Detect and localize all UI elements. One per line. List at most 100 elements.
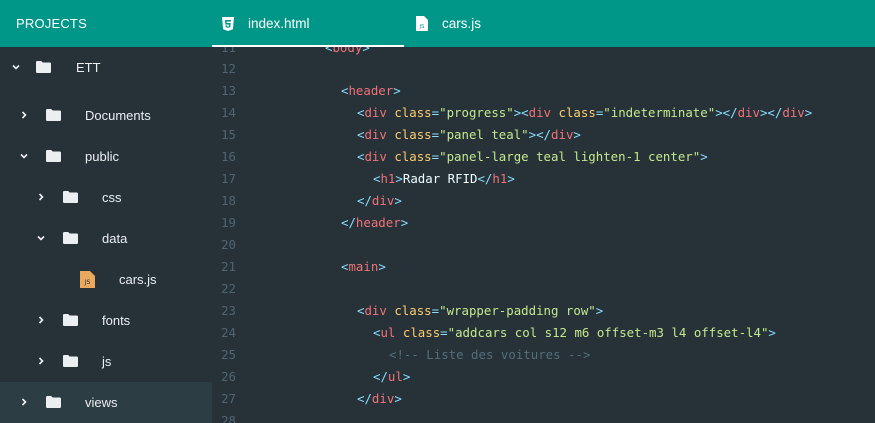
chevron-right-icon[interactable]: [19, 110, 29, 120]
code-line[interactable]: 17 <h1>Radar RFID</h1>: [212, 168, 875, 190]
code-text: <ul class="addcars col s12 m6 offset-m3 …: [373, 322, 776, 344]
tab-index-html[interactable]: index.html: [222, 0, 404, 47]
tree-label: ETT: [76, 60, 101, 75]
chevron-right-icon[interactable]: [36, 192, 46, 202]
code-editor[interactable]: 11 <body> 12 13 <header> 14 <div class="progre…: [212, 47, 875, 423]
code-token: class: [558, 105, 596, 120]
code-token: header: [348, 83, 394, 98]
code-token: class: [394, 127, 432, 142]
code-token: div: [371, 193, 395, 208]
tree-folder-public[interactable]: public: [0, 136, 212, 177]
code-token: div: [528, 105, 552, 120]
code-token: "progress": [439, 105, 514, 120]
code-line[interactable]: 15 <div class="panel teal"></div>: [212, 124, 875, 146]
code-line[interactable]: 25 <!-- Liste des voitures -->: [212, 344, 875, 366]
code-line[interactable]: 19 </header>: [212, 212, 875, 234]
code-line[interactable]: 20: [212, 234, 875, 256]
code-line[interactable]: 13 <header>: [212, 80, 875, 102]
code-line[interactable]: 22: [212, 278, 875, 300]
svg-text:JS: JS: [419, 24, 425, 30]
code-token: main: [348, 259, 379, 274]
tree-label: cars.js: [119, 272, 157, 287]
code-text: <div class="wrapper-padding row">: [357, 300, 603, 322]
code-token: "indeterminate": [603, 105, 716, 120]
code-text: <main>: [341, 256, 386, 278]
code-token: div: [364, 149, 387, 164]
line-number: 19: [221, 215, 236, 230]
code-text: </ul>: [373, 366, 410, 388]
code-token: =: [431, 127, 440, 142]
tab-label: cars.js: [442, 16, 482, 31]
code-token: class: [394, 303, 432, 318]
code-line[interactable]: 26 </ul>: [212, 366, 875, 388]
code-text: <div class="panel-large teal lighten-1 c…: [357, 146, 708, 168]
code-line[interactable]: 24 <ul class="addcars col s12 m6 offset-m…: [212, 322, 875, 344]
chevron-right-icon[interactable]: [19, 397, 29, 407]
code-token: </: [373, 369, 388, 384]
tree-label: Documents: [85, 108, 151, 123]
code-token: >: [378, 259, 386, 274]
code-token: "wrapper-padding row": [439, 303, 596, 318]
chevron-down-icon[interactable]: [19, 151, 29, 161]
code-token: >: [700, 149, 708, 164]
code-token: ul: [380, 325, 396, 340]
folder-icon: [63, 314, 78, 329]
folder-icon: [36, 61, 51, 76]
tree-folder-fonts[interactable]: fonts: [0, 300, 212, 341]
code-token: >: [507, 171, 515, 186]
tree-folder-css[interactable]: css: [0, 177, 212, 218]
folder-icon: [63, 355, 78, 370]
line-number: 16: [221, 149, 236, 164]
code-token: class: [394, 149, 432, 164]
tree-folder-ett[interactable]: ETT: [0, 47, 212, 88]
code-token: >: [595, 303, 604, 318]
code-text: <h1>Radar RFID</h1>: [373, 168, 515, 190]
code-text: <!-- Liste des voitures -->: [389, 344, 590, 366]
code-line[interactable]: 23 <div class="wrapper-padding row">: [212, 300, 875, 322]
code-token: >: [395, 171, 403, 186]
code-line[interactable]: 28: [212, 410, 875, 423]
line-number: 17: [221, 171, 236, 186]
line-number: 25: [221, 347, 236, 362]
code-token: body: [332, 47, 363, 55]
code-token: Radar RFID: [402, 171, 478, 186]
line-number: 12: [221, 61, 236, 76]
tab-cars-js[interactable]: JS cars.js: [416, 0, 481, 47]
tree-folder-documents[interactable]: Documents: [0, 95, 212, 136]
code-token: =: [431, 303, 440, 318]
code-text: <div class="panel teal"></div>: [357, 124, 581, 146]
code-token: div: [364, 105, 387, 120]
code-token: =: [431, 105, 440, 120]
code-token: =: [431, 149, 440, 164]
code-token: </: [341, 215, 356, 230]
code-line[interactable]: 16 <div class="panel-large teal lighten-1…: [212, 146, 875, 168]
line-number: 28: [221, 413, 236, 423]
project-tree: ETT Documents public css data JS cars.js…: [0, 47, 212, 423]
code-token: >: [394, 391, 402, 406]
code-token: >: [394, 193, 402, 208]
chevron-down-icon[interactable]: [36, 233, 46, 243]
code-line[interactable]: 18 </div>: [212, 190, 875, 212]
chevron-down-icon[interactable]: [11, 62, 21, 72]
code-line[interactable]: 27 </div>: [212, 388, 875, 410]
tree-folder-js[interactable]: js: [0, 341, 212, 382]
line-number: 21: [221, 259, 236, 274]
code-token: "addcars col s12 m6 offset-m3 l4 offset-…: [447, 325, 769, 340]
folder-icon: [46, 109, 61, 124]
code-line[interactable]: 21 <main>: [212, 256, 875, 278]
tree-folder-data[interactable]: data: [0, 218, 212, 259]
tree-file-cars-js[interactable]: JS cars.js: [0, 259, 212, 300]
code-line[interactable]: 12: [212, 58, 875, 80]
js-file-icon: JS: [80, 271, 95, 291]
chevron-right-icon[interactable]: [36, 356, 46, 366]
folder-icon: [46, 396, 61, 411]
chevron-right-icon[interactable]: [36, 315, 46, 325]
top-bar: PROJECTS index.html JS cars.js: [0, 0, 875, 47]
tree-folder-views[interactable]: views: [0, 382, 212, 423]
code-line[interactable]: 14 <div class="progress"><div class="inde…: [212, 102, 875, 124]
code-token: ></: [715, 105, 738, 120]
tree-label: views: [85, 395, 118, 410]
code-token: "panel teal": [439, 127, 529, 142]
folder-icon: [46, 150, 61, 165]
